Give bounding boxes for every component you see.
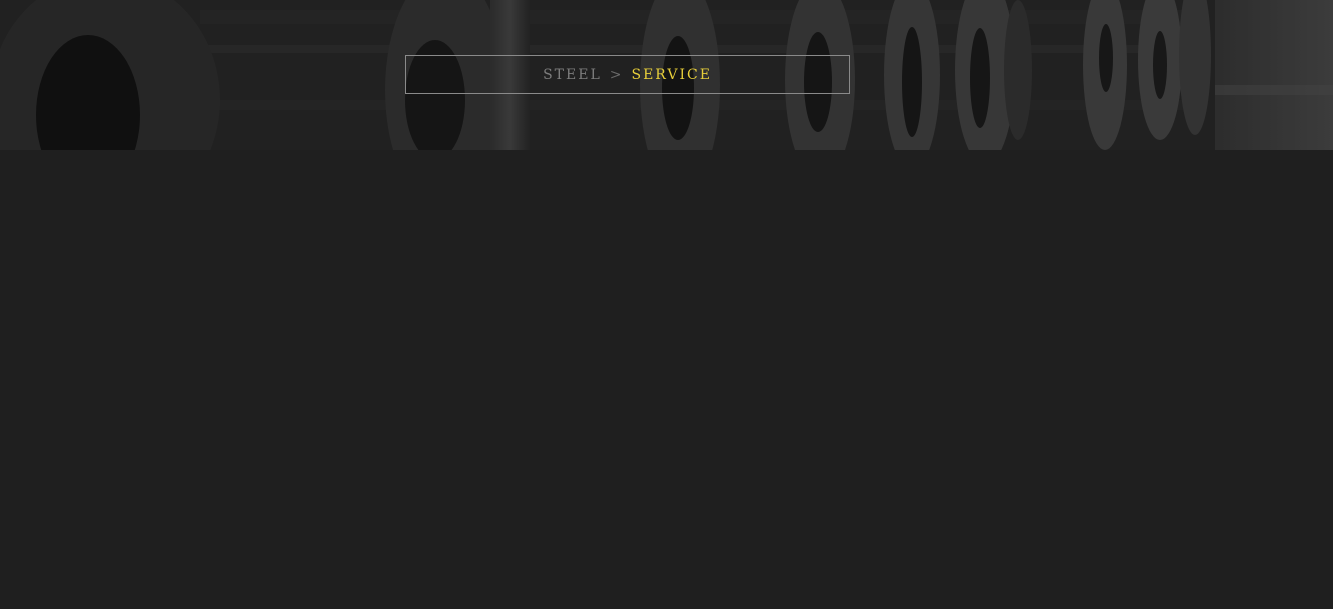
breadcrumb-separator: > [609, 66, 624, 83]
main-content [0, 150, 1333, 609]
breadcrumb-link-steel[interactable]: STEEL [543, 67, 602, 83]
hero-banner: STEEL > SERVICE [0, 0, 1333, 150]
breadcrumb: STEEL > SERVICE [405, 55, 850, 94]
breadcrumb-current-service: SERVICE [631, 66, 712, 83]
page: STEEL > SERVICE [0, 0, 1333, 609]
